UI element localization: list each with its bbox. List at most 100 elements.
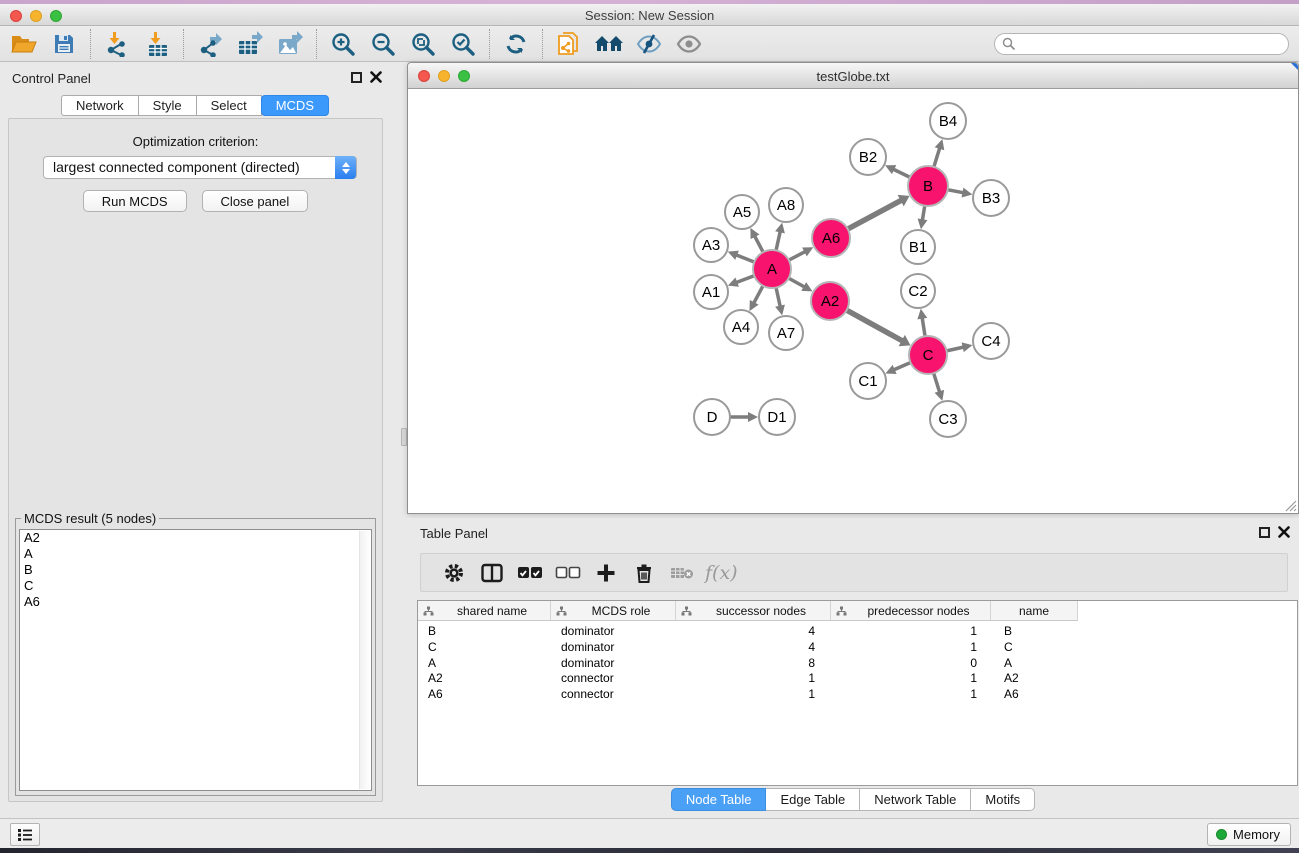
optimization-criterion-label: Optimization criterion: <box>9 134 382 149</box>
column-header-shared-name[interactable]: shared name <box>418 601 551 621</box>
network-graph-canvas[interactable]: B4B2BB3A5A8A6B1A3AC2A1A2A4A7C4CC1C3DD1 <box>408 89 1298 513</box>
show-graphics-details-button[interactable] <box>669 28 709 60</box>
hide-graphics-details-button[interactable] <box>629 28 669 60</box>
result-list-scrollbar[interactable] <box>359 531 370 789</box>
network-document-icon <box>555 30 583 58</box>
graph-node-label-C3: C3 <box>938 411 957 428</box>
network-window-titlebar[interactable]: testGlobe.txt <box>408 63 1298 89</box>
zoom-in-button[interactable] <box>323 28 363 60</box>
open-folder-icon <box>10 32 38 56</box>
tab-network[interactable]: Network <box>61 95 139 116</box>
table-toolbar: f(x) <box>420 553 1288 592</box>
window-resize-grip[interactable] <box>1284 499 1297 512</box>
table-cell: 1 <box>831 670 991 686</box>
home-button[interactable] <box>589 28 629 60</box>
main-toolbar <box>0 26 1299 62</box>
list-icon <box>17 828 33 842</box>
table-cell: dominator <box>551 655 676 671</box>
houses-icon <box>594 32 624 56</box>
close-panel-icon[interactable] <box>370 71 382 83</box>
column-header-predecessor-nodes[interactable]: predecessor nodes <box>831 601 991 621</box>
mcds-result-item[interactable]: A2 <box>20 530 371 546</box>
tab-network-table[interactable]: Network Table <box>860 788 971 811</box>
deselect-all-columns-button[interactable] <box>549 558 587 588</box>
table-cell: B <box>991 623 1078 639</box>
table-row-B[interactable]: Bdominator41B <box>418 623 1078 639</box>
table-row-A2[interactable]: A2connector11A2 <box>418 670 1078 686</box>
table-row-A[interactable]: Adominator80A <box>418 655 1078 671</box>
tab-mcds[interactable]: MCDS <box>261 95 329 116</box>
graph-node-label-B4: B4 <box>939 113 957 130</box>
table-row-A6[interactable]: A6connector11A6 <box>418 686 1078 702</box>
tab-select[interactable]: Select <box>197 95 262 116</box>
control-panel-title: Control Panel <box>12 71 91 86</box>
column-view-button[interactable] <box>473 558 511 588</box>
column-header-name[interactable]: name <box>991 601 1078 621</box>
column-header-MCDS-role[interactable]: MCDS role <box>551 601 676 621</box>
table-panel: Table Panel <box>407 518 1299 818</box>
delete-column-button[interactable] <box>625 558 663 588</box>
import-table-button[interactable] <box>137 28 177 60</box>
mcds-result-list: A2ABCA6 <box>19 529 372 791</box>
network-view-window: testGlobe.txt B4B2BB3A5A8A6B1A3AC2A1A2A4… <box>407 62 1299 514</box>
run-mcds-button[interactable]: Run MCDS <box>83 190 187 212</box>
close-table-panel-icon[interactable] <box>1278 526 1290 538</box>
tab-style[interactable]: Style <box>139 95 197 116</box>
column-header-label: shared name <box>434 604 550 618</box>
select-all-columns-button[interactable] <box>511 558 549 588</box>
graph-node-label-D: D <box>707 409 718 426</box>
column-header-label: successor nodes <box>692 604 830 618</box>
toolbar-separator <box>90 29 91 59</box>
mcds-result-item[interactable]: C <box>20 578 371 594</box>
table-cell: A6 <box>418 686 551 702</box>
float-table-panel-icon[interactable] <box>1259 527 1270 538</box>
graph-node-label-C1: C1 <box>858 373 877 390</box>
save-session-button[interactable] <box>44 28 84 60</box>
arrowhead-icon <box>775 223 785 234</box>
table-cell: 8 <box>676 655 831 671</box>
export-table-button[interactable] <box>230 28 270 60</box>
table-cell: 4 <box>676 623 831 639</box>
memory-button[interactable]: Memory <box>1207 823 1291 846</box>
table-cell: connector <box>551 686 676 702</box>
export-image-button[interactable] <box>270 28 310 60</box>
add-column-button[interactable] <box>587 558 625 588</box>
float-panel-icon[interactable] <box>351 72 362 83</box>
task-history-button[interactable] <box>10 823 40 846</box>
column-header-label: predecessor nodes <box>847 604 990 618</box>
close-panel-button[interactable]: Close panel <box>202 190 309 212</box>
export-table-icon <box>236 31 264 57</box>
eye-slash-icon <box>635 32 663 56</box>
toolbar-separator <box>542 29 543 59</box>
zoom-fit-button[interactable] <box>403 28 443 60</box>
tab-edge-table[interactable]: Edge Table <box>766 788 860 811</box>
zoom-out-button[interactable] <box>363 28 403 60</box>
table-cell: A <box>991 655 1078 671</box>
zoom-selected-button[interactable] <box>443 28 483 60</box>
zoom-selected-icon <box>450 31 476 57</box>
delete-table-button[interactable] <box>663 558 701 588</box>
tab-node-table[interactable]: Node Table <box>671 788 767 811</box>
refresh-layout-button[interactable] <box>496 28 536 60</box>
table-row-C[interactable]: Cdominator41C <box>418 639 1078 655</box>
column-header-successor-nodes[interactable]: successor nodes <box>676 601 831 621</box>
open-file-button[interactable] <box>4 28 44 60</box>
search-input[interactable] <box>994 33 1289 55</box>
window-corner-marker <box>1291 63 1298 70</box>
new-network-from-selection-button[interactable] <box>549 28 589 60</box>
mcds-result-title: MCDS result (5 nodes) <box>21 511 159 526</box>
mcds-result-item[interactable]: B <box>20 562 371 578</box>
optimization-criterion-select[interactable]: largest connected component (directed) <box>43 156 357 179</box>
table-settings-button[interactable] <box>435 558 473 588</box>
mcds-result-item[interactable]: A <box>20 546 371 562</box>
import-network-button[interactable] <box>97 28 137 60</box>
tab-motifs[interactable]: Motifs <box>971 788 1035 811</box>
graph-node-label-A8: A8 <box>777 197 795 214</box>
function-builder-button[interactable]: f(x) <box>701 558 738 588</box>
table-cell: dominator <box>551 639 676 655</box>
mcds-result-item[interactable]: A6 <box>20 594 371 610</box>
arrowhead-icon <box>917 309 927 320</box>
import-table-icon <box>144 31 170 57</box>
export-network-button[interactable] <box>190 28 230 60</box>
zoom-fit-icon <box>410 31 436 57</box>
